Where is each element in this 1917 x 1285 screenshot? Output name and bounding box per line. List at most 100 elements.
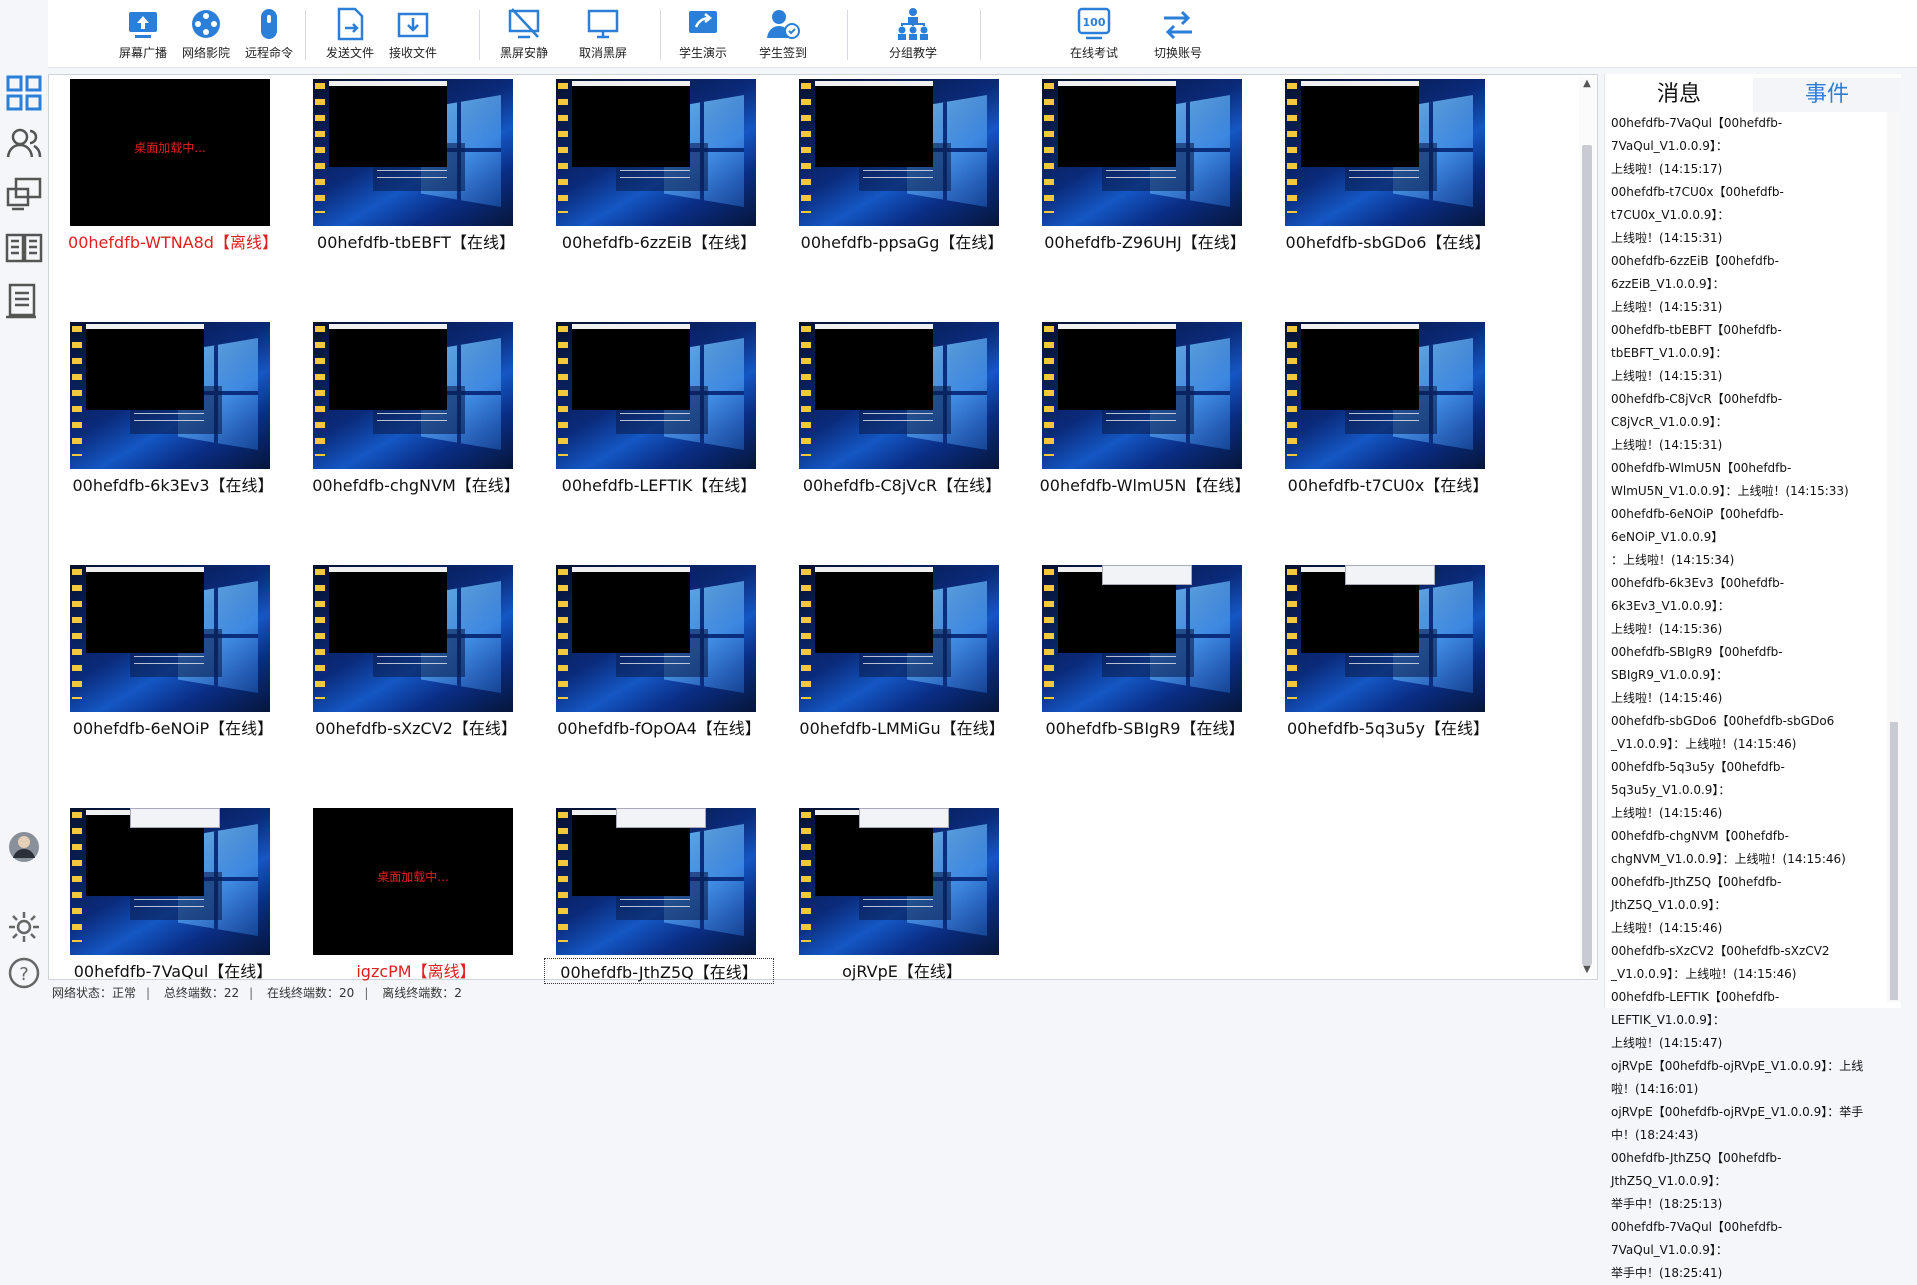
help-icon[interactable]: ?	[3, 952, 45, 994]
client-status: 【在线】	[1424, 476, 1489, 495]
client-screen-thumbnail[interactable]	[70, 322, 270, 469]
client-screen-thumbnail[interactable]	[556, 565, 756, 712]
client-screen-thumbnail[interactable]	[799, 808, 999, 955]
cancel-black-screen-button[interactable]: 取消黑屏	[568, 6, 638, 64]
client-tile[interactable]: 00hefdfb-6zzEiB【在线】	[544, 77, 774, 313]
event-line: ojRVpE【00hefdfb-ojRVpE_V1.0.0.9】：上线	[1611, 1059, 1864, 1073]
client-screen-thumbnail[interactable]	[799, 79, 999, 226]
users-icon[interactable]	[3, 122, 45, 164]
client-tile[interactable]: 00hefdfb-WlmU5N【在线】	[1030, 320, 1260, 556]
send-file-icon	[337, 7, 364, 41]
client-screen-thumbnail[interactable]	[313, 79, 513, 226]
client-status: 【在线】	[692, 476, 757, 495]
client-screen-thumbnail[interactable]	[1285, 565, 1485, 712]
student-demo-icon	[689, 11, 717, 33]
client-screen-thumbnail[interactable]	[1042, 79, 1242, 226]
client-screen-thumbnail[interactable]	[556, 322, 756, 469]
client-label: 00hefdfb-ppsaGg【在线】	[787, 229, 1017, 253]
client-name: 00hefdfb-WlmU5N	[1039, 476, 1187, 495]
client-screen-thumbnail[interactable]	[70, 565, 270, 712]
client-tile[interactable]: 00hefdfb-chgNVM【在线】	[301, 320, 531, 556]
black-window	[815, 81, 933, 167]
grid-view-icon[interactable]	[3, 72, 45, 114]
client-tile[interactable]: 00hefdfb-5q3u5y【在线】	[1273, 563, 1503, 799]
client-screen-thumbnail[interactable]	[799, 322, 999, 469]
client-tile[interactable]: 00hefdfb-6eNOiP【在线】	[58, 563, 288, 799]
black-window	[572, 81, 690, 167]
status-separator: |	[364, 986, 369, 1000]
book-icon[interactable]	[3, 226, 45, 268]
client-tile[interactable]: 00hefdfb-Z96UHJ【在线】	[1030, 77, 1260, 313]
client-screen-thumbnail[interactable]	[1042, 322, 1242, 469]
client-screen-thumbnail[interactable]	[556, 79, 756, 226]
cancel-black-screen-icon	[587, 9, 619, 39]
grid-scroll-thumb[interactable]	[1582, 145, 1592, 965]
tab-events[interactable]: 事件	[1753, 78, 1901, 112]
client-tile[interactable]: 00hefdfb-t7CU0x【在线】	[1273, 320, 1503, 556]
student-demo-button[interactable]: 学生演示	[668, 6, 738, 64]
event-line: 00hefdfb-7VaQul【00hefdfb-7VaQul_V1.0.0.9…	[1611, 1220, 1783, 1257]
client-tile[interactable]: 00hefdfb-sXzCV2【在线】	[301, 563, 531, 799]
client-tile[interactable]: 00hefdfb-tbEBFT【在线】	[301, 77, 531, 313]
client-screen-thumbnail[interactable]	[313, 322, 513, 469]
client-screen-thumbnail[interactable]	[556, 808, 756, 955]
student-signin-button[interactable]: 学生签到	[748, 6, 818, 64]
client-screen-thumbnail[interactable]	[1042, 565, 1242, 712]
event-line: _V1.0.0.9】：上线啦！(14:15:46)	[1611, 737, 1797, 751]
client-screen-thumbnail[interactable]	[799, 565, 999, 712]
gear-icon[interactable]	[3, 906, 45, 948]
client-screen-thumbnail[interactable]	[70, 808, 270, 955]
client-tile[interactable]: ojRVpE【在线】	[787, 806, 1017, 1042]
switch-account-button[interactable]: 切换账号	[1143, 6, 1213, 64]
online-exam-button[interactable]: 100 在线考试	[1059, 6, 1129, 64]
client-tile[interactable]: 桌面加载中... 00hefdfb-WTNA8d【离线】	[58, 77, 288, 313]
network-cinema-button[interactable]: 网络影院	[171, 6, 241, 64]
send-file-button[interactable]: 发送文件	[315, 6, 385, 64]
event-line: 上线啦！(14:15:31)	[1611, 438, 1723, 452]
online-terminals: 在线终端数：20	[267, 986, 355, 1000]
client-tile[interactable]: 桌面加载中... igzcPM【离线】	[301, 806, 531, 1042]
receive-file-button[interactable]: 接收文件	[378, 6, 448, 64]
client-tile[interactable]: 00hefdfb-6k3Ev3【在线】	[58, 320, 288, 556]
client-screen-thumbnail[interactable]	[313, 565, 513, 712]
client-tile[interactable]: 00hefdfb-C8jVcR【在线】	[787, 320, 1017, 556]
document-icon[interactable]	[3, 280, 45, 322]
remote-command-button[interactable]: 远程命令	[234, 6, 304, 64]
screen-broadcast-button[interactable]: 屏幕广播	[108, 6, 178, 64]
client-tile[interactable]: 00hefdfb-ppsaGg【在线】	[787, 77, 1017, 313]
client-tile[interactable]: 00hefdfb-LEFTIK【在线】	[544, 320, 774, 556]
client-tile[interactable]: 00hefdfb-fOpOA4【在线】	[544, 563, 774, 799]
desktop-icons	[1044, 569, 1054, 699]
client-tile[interactable]: 00hefdfb-LMMiGu【在线】	[787, 563, 1017, 799]
avatar[interactable]	[3, 826, 45, 868]
client-status: 【在线】	[452, 719, 517, 738]
client-tile[interactable]: 00hefdfb-JthZ5Q【在线】	[544, 806, 774, 1042]
client-grid: 桌面加载中... 00hefdfb-WTNA8d【离线】 00hefdfb-tbEB…	[48, 74, 1598, 984]
black-window	[329, 324, 447, 410]
event-scroll-thumb[interactable]	[1890, 722, 1898, 1000]
screen-share-icon[interactable]	[3, 172, 45, 214]
desktop-icons	[1287, 569, 1297, 699]
client-screen-thumbnail[interactable]: 桌面加载中...	[70, 79, 270, 226]
client-tile[interactable]: 00hefdfb-7VaQul【在线】	[58, 806, 288, 1042]
group-teaching-button[interactable]: 分组教学	[878, 6, 948, 64]
event-line: 啦！(14:16:01)	[1611, 1082, 1699, 1096]
grid-scrollbar[interactable]: ▲ ▼	[1579, 77, 1595, 977]
scroll-down-arrow-icon[interactable]: ▼	[1579, 963, 1595, 977]
client-tile[interactable]: 00hefdfb-SBIgR9【在线】	[1030, 563, 1260, 799]
client-screen-thumbnail[interactable]	[1285, 79, 1485, 226]
event-line: 举手中！(18:25:41)	[1611, 1266, 1723, 1280]
event-log: 00hefdfb-7VaQul【00hefdfb-7VaQul_V1.0.0.9…	[1609, 112, 1881, 1285]
loading-text: 桌面加载中...	[134, 141, 206, 155]
client-tile[interactable]: 00hefdfb-sbGDo6【在线】	[1273, 77, 1503, 313]
popup-window	[1102, 565, 1192, 585]
black-screen-button[interactable]: 黑屏安静	[489, 6, 559, 64]
tab-messages[interactable]: 消息	[1605, 78, 1753, 112]
event-line: 00hefdfb-chgNVM【00hefdfb-	[1611, 829, 1789, 843]
popup-window	[1345, 565, 1435, 585]
scroll-up-arrow-icon[interactable]: ▲	[1579, 77, 1595, 91]
event-scrollbar[interactable]	[1887, 112, 1901, 1002]
desktop-icons	[558, 569, 568, 699]
client-screen-thumbnail[interactable]: 桌面加载中...	[313, 808, 513, 955]
client-screen-thumbnail[interactable]	[1285, 322, 1485, 469]
